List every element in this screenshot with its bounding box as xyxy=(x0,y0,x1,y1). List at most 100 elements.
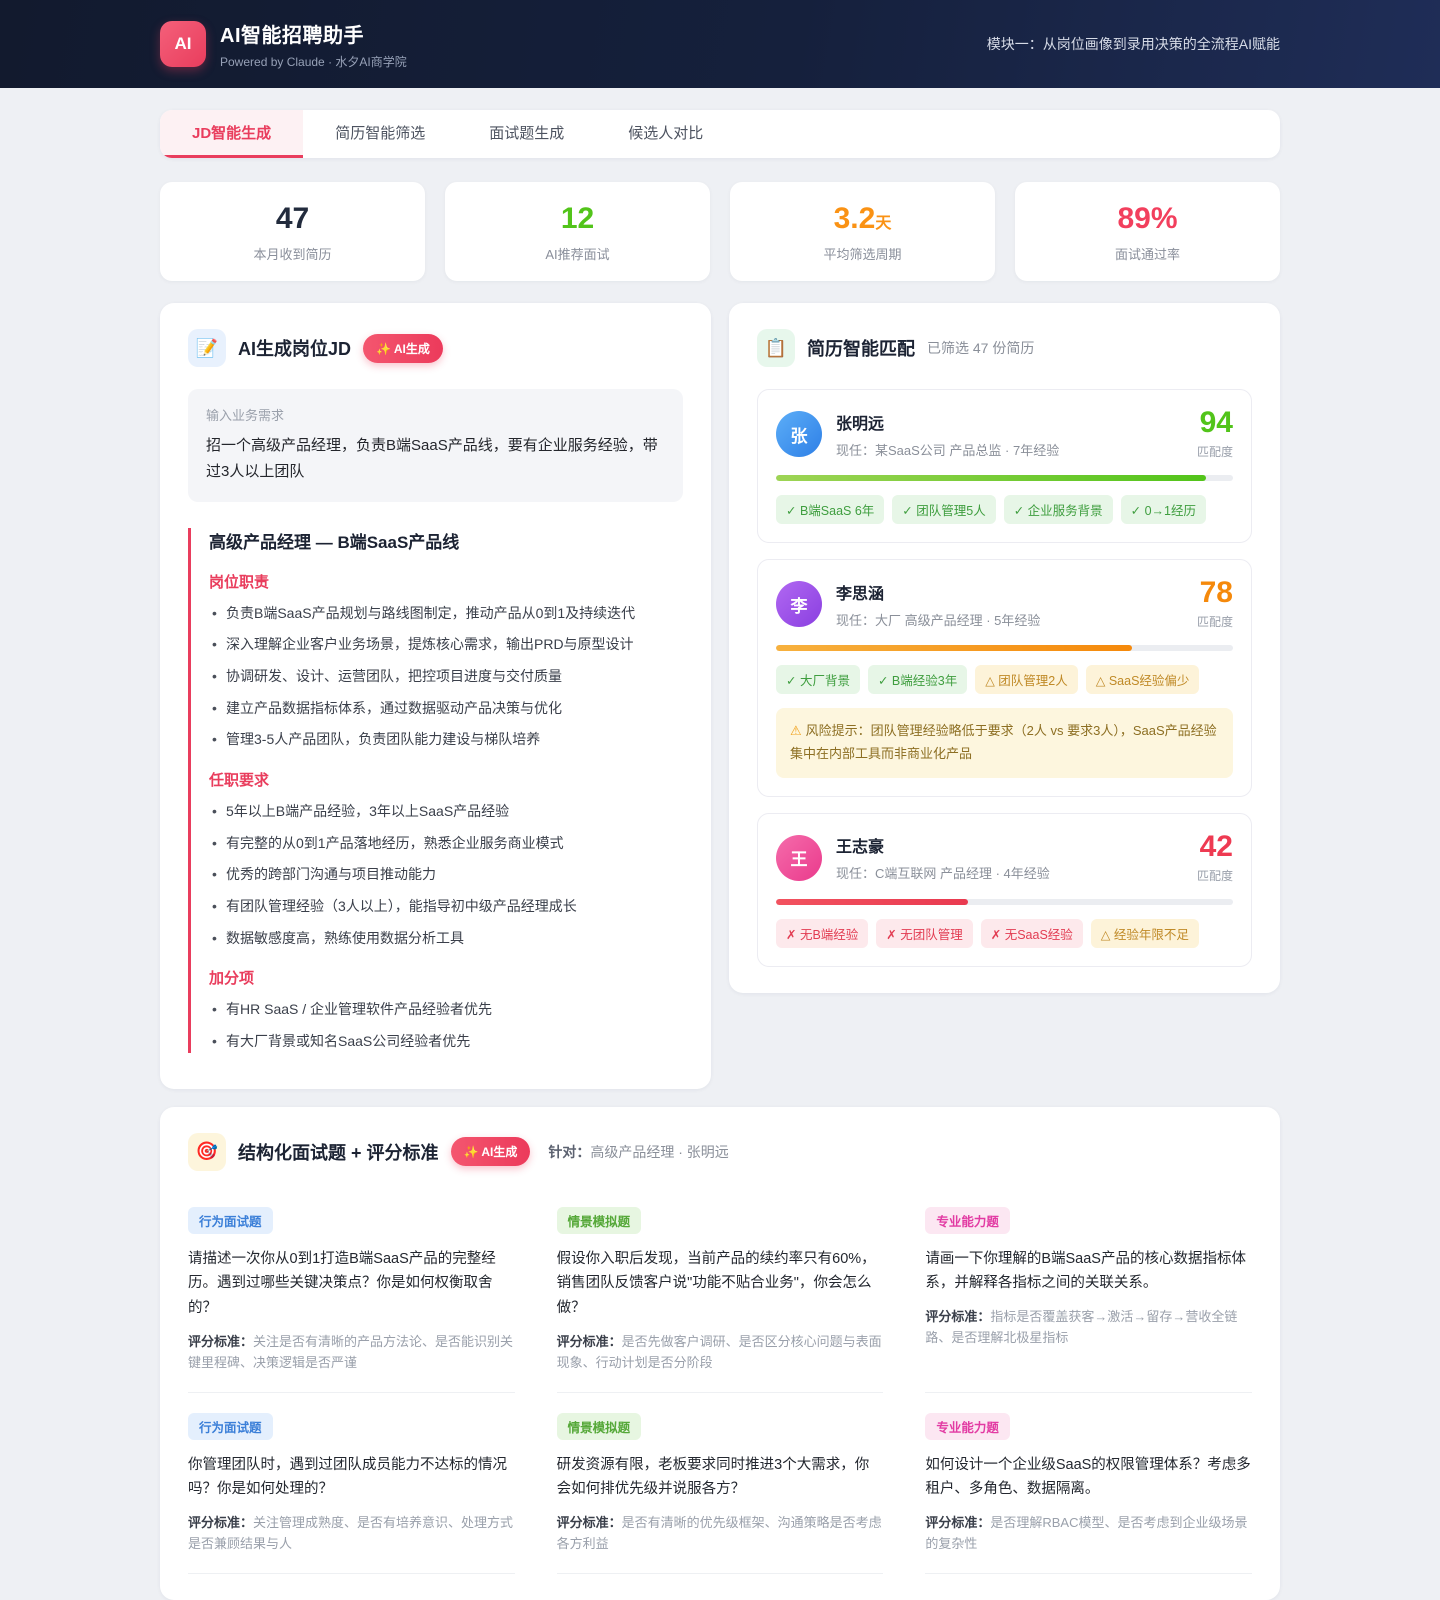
candidate-name: 王志豪 xyxy=(836,833,1197,857)
app-logo: AI xyxy=(160,21,206,67)
memo-icon: 📝 xyxy=(188,329,226,367)
requirement-input[interactable]: 输入业务需求 招一个高级产品经理，负责B端SaaS产品线，要有企业服务经验，带过… xyxy=(188,389,683,502)
jd-result: 高级产品经理 — B端SaaS产品线 岗位职责 负责B端SaaS产品规划与路线图… xyxy=(188,528,683,1053)
question-card: 情景模拟题 研发资源有限，老板要求同时推进3个大需求，你会如何排优先级并说服各方… xyxy=(557,1399,884,1574)
match-tag: ✗ 无B端经验 xyxy=(776,919,868,948)
jd-bullet-item: 有团队管理经验（3人以上），能指导初中级产品经理成长 xyxy=(209,896,683,918)
avatar: 李 xyxy=(776,581,822,627)
question-text: 如何设计一个企业级SaaS的权限管理体系？考虑多租户、多角色、数据隔离。 xyxy=(925,1453,1252,1502)
match-score-label: 匹配度 xyxy=(1197,867,1233,884)
criteria-label: 评分标准： xyxy=(557,1515,622,1530)
ai-generated-badge: ✨ AI生成 xyxy=(363,334,443,363)
stat-value: 12 xyxy=(445,202,710,235)
candidate-card[interactable]: 张 张明远 现任：某SaaS公司 产品总监 · 7年经验 94 匹配度 ✓ B端… xyxy=(757,389,1252,543)
resume-filter-count: 已筛选 47 份简历 xyxy=(927,338,1034,358)
criteria-label: 评分标准： xyxy=(925,1515,990,1530)
warning-icon: ⚠ xyxy=(790,723,802,738)
app-header: AI AI智能招聘助手 Powered by Claude · 水夕AI商学院 … xyxy=(0,0,1440,88)
match-progress-track xyxy=(776,645,1233,651)
match-tag: ✓ 大厂背景 xyxy=(776,665,860,694)
match-score: 42 xyxy=(1197,832,1233,862)
match-progress-track xyxy=(776,899,1233,905)
stat-value: 89% xyxy=(1015,202,1280,235)
resume-panel: 📋 简历智能匹配 已筛选 47 份简历 张 张明远 现任：某SaaS公司 产品总… xyxy=(729,303,1280,993)
tab[interactable]: 简历智能筛选 xyxy=(303,110,457,158)
stat-label: 平均筛选周期 xyxy=(730,244,995,263)
stat-number: 89% xyxy=(1117,202,1177,235)
stat-label: AI推荐面试 xyxy=(445,244,710,263)
brand: AI AI智能招聘助手 Powered by Claude · 水夕AI商学院 xyxy=(160,19,407,70)
app-subtitle: Powered by Claude · 水夕AI商学院 xyxy=(220,53,407,70)
match-tag: △ 团队管理2人 xyxy=(975,665,1078,694)
jd-item-list: 5年以上B端产品经验，3年以上SaaS产品经验有完整的从0到1产品落地经历，熟悉… xyxy=(209,801,683,949)
question-category-badge: 专业能力题 xyxy=(925,1207,1010,1234)
jd-bullet-item: 建立产品数据指标体系，通过数据驱动产品决策与优化 xyxy=(209,698,683,720)
avatar: 张 xyxy=(776,411,822,457)
jd-item-list: 有HR SaaS / 企业管理软件产品经验者优先有大厂背景或知名SaaS公司经验… xyxy=(209,999,683,1052)
question-text: 请描述一次你从0到1打造B端SaaS产品的完整经历。遇到过哪些关键决策点？你是如… xyxy=(188,1247,515,1321)
question-grid: 行为面试题 请描述一次你从0到1打造B端SaaS产品的完整经历。遇到过哪些关键决… xyxy=(188,1193,1252,1574)
candidate-current-role: 现任：C端互联网 产品经理 · 4年经验 xyxy=(836,863,1197,882)
match-tag: ✗ 无团队管理 xyxy=(876,919,972,948)
question-category-badge: 情景模拟题 xyxy=(557,1207,642,1234)
question-text: 你管理团队时，遇到过团队成员能力不达标的情况吗？你是如何处理的？ xyxy=(188,1453,515,1502)
stat-number: 12 xyxy=(561,202,594,235)
question-criteria: 评分标准：是否理解RBAC模型、是否考虑到企业级场景的复杂性 xyxy=(925,1512,1252,1555)
jd-bullet-item: 优秀的跨部门沟通与项目推动能力 xyxy=(209,864,683,886)
interview-panel: 🎯 结构化面试题 + 评分标准 ✨ AI生成 针对：高级产品经理 · 张明远 行… xyxy=(160,1107,1280,1600)
jd-section: 加分项 有HR SaaS / 企业管理软件产品经验者优先有大厂背景或知名SaaS… xyxy=(209,967,683,1052)
candidate-name: 张明远 xyxy=(836,410,1197,434)
jd-bullet-item: 协调研发、设计、运营团队，把控项目进度与交付质量 xyxy=(209,666,683,688)
tab[interactable]: 面试题生成 xyxy=(457,110,596,158)
ai-generated-badge: ✨ AI生成 xyxy=(451,1137,531,1166)
jd-section: 任职要求 5年以上B端产品经验，3年以上SaaS产品经验有完整的从0到1产品落地… xyxy=(209,769,683,949)
match-tag: ✓ 企业服务背景 xyxy=(1004,495,1113,524)
jd-bullet-item: 数据敏感度高，熟练使用数据分析工具 xyxy=(209,928,683,950)
tab[interactable]: 候选人对比 xyxy=(596,110,735,158)
criteria-label: 评分标准： xyxy=(188,1515,253,1530)
tab[interactable]: JD智能生成 xyxy=(160,110,303,158)
candidate-card[interactable]: 王 王志豪 现任：C端互联网 产品经理 · 4年经验 42 匹配度 ✗ 无B端经… xyxy=(757,813,1252,967)
stat-card: 3.2天 平均筛选周期 xyxy=(730,182,995,281)
requirement-input-label: 输入业务需求 xyxy=(206,405,665,424)
tag-list: ✓ B端SaaS 6年✓ 团队管理5人✓ 企业服务背景✓ 0→1经历 xyxy=(776,495,1233,524)
candidate-name: 李思涵 xyxy=(836,580,1197,604)
match-progress-track xyxy=(776,475,1233,481)
jd-panel: 📝 AI生成岗位JD ✨ AI生成 输入业务需求 招一个高级产品经理，负责B端S… xyxy=(160,303,711,1089)
match-score: 94 xyxy=(1197,408,1233,438)
question-criteria: 评分标准：关注是否有清晰的产品方法论、是否能识别关键里程碑、决策逻辑是否严谨 xyxy=(188,1331,515,1374)
avatar: 王 xyxy=(776,835,822,881)
app-title: AI智能招聘助手 xyxy=(220,19,407,48)
match-progress-fill xyxy=(776,645,1132,651)
risk-note: ⚠风险提示：团队管理经验略低于要求（2人 vs 要求3人），SaaS产品经验集中… xyxy=(776,708,1233,778)
jd-bullet-item: 负责B端SaaS产品规划与路线图制定，推动产品从0到1及持续迭代 xyxy=(209,603,683,625)
stat-value: 3.2天 xyxy=(730,202,995,235)
target-icon: 🎯 xyxy=(188,1133,226,1171)
question-category-badge: 行为面试题 xyxy=(188,1207,273,1234)
risk-text: 风险提示：团队管理经验略低于要求（2人 vs 要求3人），SaaS产品经验集中在… xyxy=(790,723,1217,761)
tag-list: ✓ 大厂背景✓ B端经验3年△ 团队管理2人△ SaaS经验偏少 xyxy=(776,665,1233,694)
jd-section-heading: 任职要求 xyxy=(209,769,683,790)
stat-card: 12 AI推荐面试 xyxy=(445,182,710,281)
candidate-card[interactable]: 李 李思涵 现任：大厂 高级产品经理 · 5年经验 78 匹配度 ✓ 大厂背景✓… xyxy=(757,559,1252,797)
match-progress-fill xyxy=(776,899,968,905)
question-criteria: 评分标准：是否有清晰的优先级框架、沟通策略是否考虑各方利益 xyxy=(557,1512,884,1555)
jd-section: 岗位职责 负责B端SaaS产品规划与路线图制定，推动产品从0到1及持续迭代深入理… xyxy=(209,571,683,751)
match-score-label: 匹配度 xyxy=(1197,613,1233,630)
jd-result-title: 高级产品经理 — B端SaaS产品线 xyxy=(209,528,683,553)
requirement-input-text: 招一个高级产品经理，负责B端SaaS产品线，要有企业服务经验，带过3人以上团队 xyxy=(206,433,665,486)
stat-card: 47 本月收到简历 xyxy=(160,182,425,281)
question-category-badge: 行为面试题 xyxy=(188,1413,273,1440)
match-tag: ✓ 团队管理5人 xyxy=(892,495,995,524)
question-text: 研发资源有限，老板要求同时推进3个大需求，你会如何排优先级并说服各方？ xyxy=(557,1453,884,1502)
match-progress-fill xyxy=(776,475,1206,481)
match-tag: ✗ 无SaaS经验 xyxy=(981,919,1083,948)
match-tag: △ SaaS经验偏少 xyxy=(1086,665,1200,694)
question-card: 行为面试题 你管理团队时，遇到过团队成员能力不达标的情况吗？你是如何处理的？ 评… xyxy=(188,1399,515,1574)
clipboard-icon: 📋 xyxy=(757,329,795,367)
jd-bullet-item: 深入理解企业客户业务场景，提炼核心需求，输出PRD与原型设计 xyxy=(209,634,683,656)
question-criteria: 评分标准：指标是否覆盖获客→激活→留存→营收全链路、是否理解北极星指标 xyxy=(925,1306,1252,1349)
match-tag: ✓ 0→1经历 xyxy=(1121,495,1206,524)
interview-target-value: 高级产品经理 · 张明远 xyxy=(590,1144,728,1160)
question-text: 假设你入职后发现，当前产品的续约率只有60%，销售团队反馈客户说"功能不贴合业务… xyxy=(557,1247,884,1321)
